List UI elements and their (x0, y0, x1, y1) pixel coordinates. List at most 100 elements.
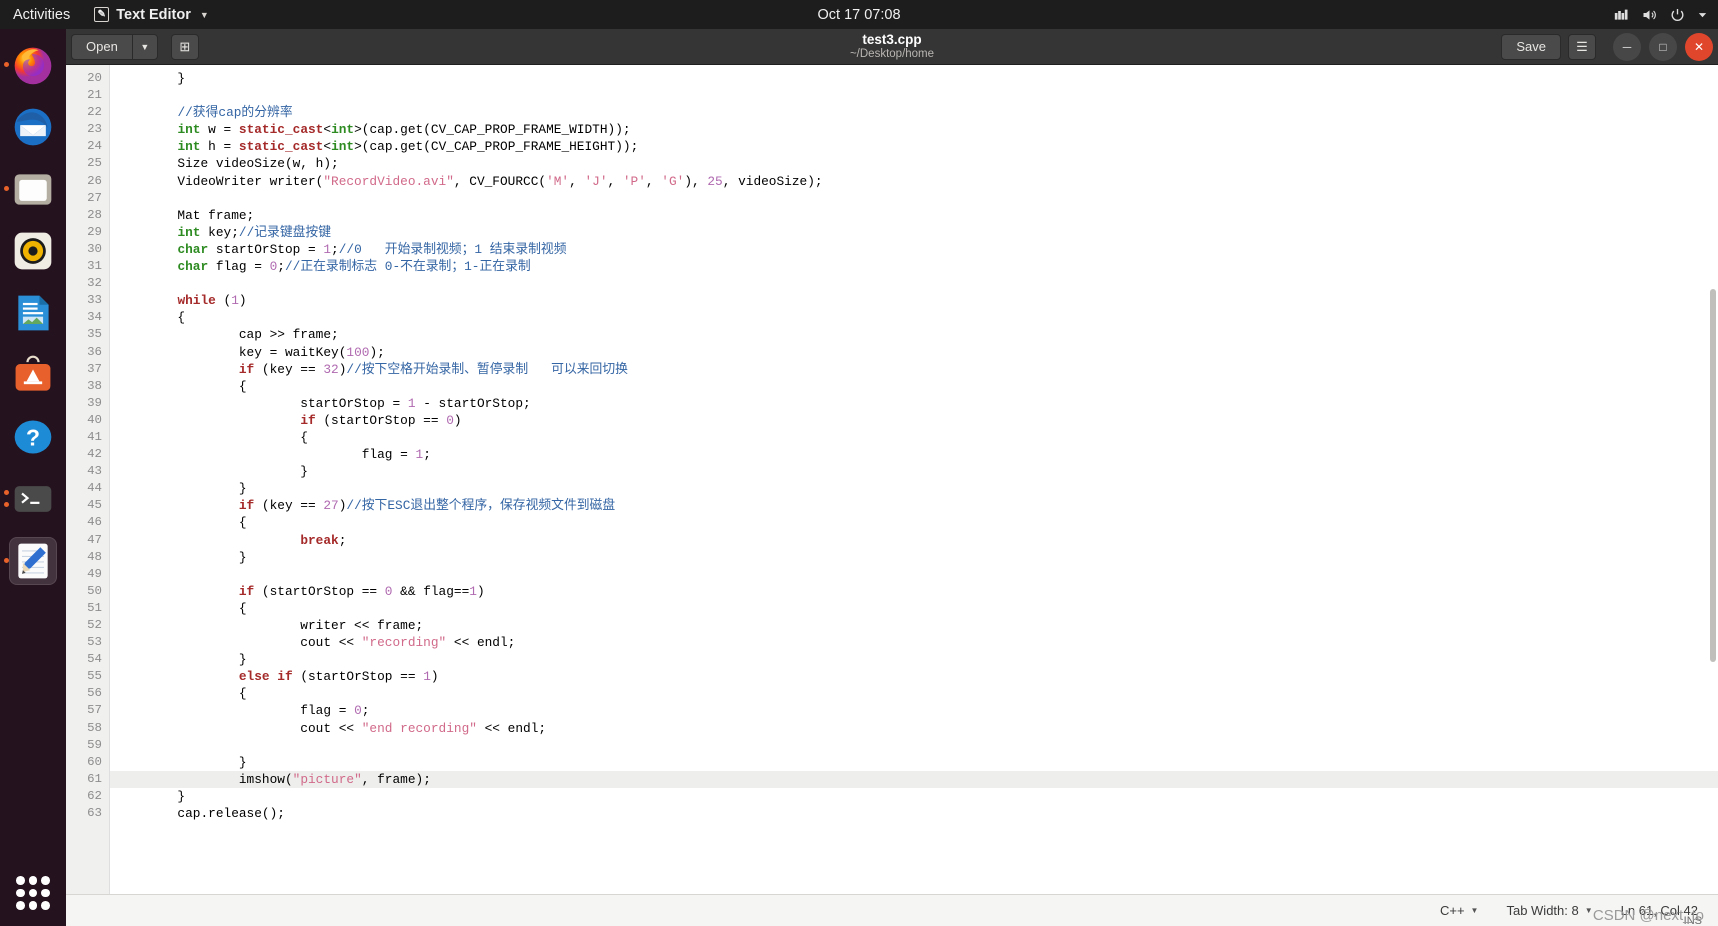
code-line[interactable]: if (key == 27)//按下ESC退出整个程序，保存视频文件到磁盘 (110, 497, 1718, 514)
code-token: ), (684, 173, 708, 189)
code-line[interactable] (110, 737, 1718, 754)
code-line[interactable]: cout << "end recording" << endl; (110, 720, 1718, 737)
code-line[interactable] (110, 190, 1718, 207)
code-line[interactable]: flag = 1; (110, 446, 1718, 463)
code-token: 1 (231, 293, 239, 309)
code-line[interactable] (110, 87, 1718, 104)
code-line[interactable]: { (110, 309, 1718, 326)
running-indicator (4, 490, 9, 495)
dock-item-ubuntu-software[interactable] (9, 351, 57, 399)
line-number: 31 (87, 259, 102, 274)
code-line[interactable]: cap >> frame; (110, 326, 1718, 343)
dock-item-libreoffice-writer[interactable] (9, 289, 57, 337)
code-line[interactable]: cap.release(); (110, 805, 1718, 822)
line-number: 41 (87, 429, 102, 444)
show-applications-button[interactable] (16, 876, 50, 910)
minimize-button[interactable]: ─ (1613, 32, 1641, 61)
scrollbar-thumb[interactable] (1710, 288, 1716, 662)
open-button[interactable]: Open (71, 33, 132, 60)
code-line[interactable]: char flag = 0;//正在录制标志 0-不在录制；1-正在录制 (110, 258, 1718, 275)
open-dropdown-button[interactable]: ▼ (131, 33, 158, 60)
code-token: int (177, 139, 201, 155)
dock-item-thunderbird[interactable] (9, 103, 57, 151)
dock-item-firefox[interactable] (4, 41, 57, 89)
code-token: writer << frame; (116, 618, 424, 633)
rhythmbox-icon (14, 232, 52, 270)
pencil-icon: ✎ (94, 7, 110, 22)
code-line[interactable]: VideoWriter writer("RecordVideo.avi", CV… (110, 173, 1718, 190)
code-line[interactable]: if (key == 32)//按下空格开始录制、暂停录制 可以来回切换 (110, 361, 1718, 378)
code-line[interactable]: Mat frame; (110, 207, 1718, 224)
code-token: "recording" (361, 635, 447, 651)
code-line[interactable]: { (110, 429, 1718, 446)
code-line[interactable]: if (startOrStop == 0) (110, 412, 1718, 429)
code-line[interactable] (110, 275, 1718, 292)
line-number: 59 (87, 737, 102, 752)
line-number: 30 (87, 241, 102, 256)
code-line[interactable]: int w = static_cast<int>(cap.get(CV_CAP_… (110, 121, 1718, 138)
tab-width-selector[interactable]: Tab Width: 8 ▼ (1506, 903, 1592, 918)
code-line[interactable]: imshow("picture", frame); (110, 770, 1718, 788)
dock-item-terminal[interactable] (4, 475, 57, 523)
system-indicators[interactable] (1613, 7, 1708, 23)
code-token: int (331, 139, 355, 155)
code-line[interactable]: } (110, 549, 1718, 566)
line-number: 35 (87, 327, 102, 342)
dock-item-text-editor[interactable] (4, 537, 57, 585)
line-number: 49 (87, 566, 102, 581)
code-token: key = waitKey( (116, 344, 347, 360)
code-line[interactable]: startOrStop = 1 - startOrStop; (110, 395, 1718, 412)
code-line[interactable]: { (110, 685, 1718, 702)
code-token: , (569, 173, 585, 189)
code-line[interactable]: { (110, 378, 1718, 395)
code-token: break (300, 532, 339, 548)
save-button[interactable]: Save (1501, 33, 1561, 60)
dock-item-rhythmbox[interactable] (9, 227, 57, 275)
code-line[interactable]: } (110, 788, 1718, 805)
running-indicator (4, 186, 9, 191)
code-line[interactable]: break; (110, 532, 1718, 549)
code-line[interactable]: else if (startOrStop == 1) (110, 668, 1718, 685)
hamburger-menu-button[interactable]: ☰ (1568, 33, 1596, 60)
code-line[interactable]: Size videoSize(w, h); (110, 155, 1718, 172)
vertical-scrollbar[interactable] (1707, 65, 1718, 894)
code-line[interactable]: flag = 0; (110, 702, 1718, 719)
code-token: << endl; (476, 720, 547, 736)
clock[interactable]: Oct 17 07:08 (0, 7, 1718, 23)
code-line[interactable]: int key;//记录键盘按键 (110, 224, 1718, 241)
code-line[interactable]: key = waitKey(100); (110, 344, 1718, 361)
code-token: if (238, 361, 255, 377)
code-line[interactable]: while (1) (110, 292, 1718, 309)
code-editor[interactable]: 20 21 22 23 24 25 26 27 28 29 30 31 32 33 34 35 36 37 38 39… (66, 65, 1718, 894)
new-document-button[interactable]: ⊞ (170, 33, 199, 60)
code-line[interactable]: int h = static_cast<int>(cap.get(CV_CAP_… (110, 138, 1718, 155)
code-line[interactable]: cout << "recording" << endl; (110, 634, 1718, 651)
line-number: 23 (87, 122, 102, 137)
code-line[interactable]: writer << frame; (110, 617, 1718, 634)
activities-button[interactable]: Activities (0, 7, 84, 23)
code-line[interactable]: } (110, 754, 1718, 771)
code-line[interactable]: if (startOrStop == 0 && flag==1) (110, 583, 1718, 600)
gnome-top-bar: Activities ✎ Text Editor ▼ Oct 17 07:08 (0, 0, 1718, 29)
code-line[interactable]: } (110, 70, 1718, 87)
code-token: int (177, 224, 201, 240)
code-content[interactable]: } //获得cap的分辨率 int w = static_cast<int>(c… (110, 65, 1718, 894)
line-number: 40 (87, 412, 102, 427)
code-line[interactable]: //获得cap的分辨率 (110, 104, 1718, 121)
app-menu-button[interactable]: ✎ Text Editor ▼ (84, 7, 219, 23)
dock: ? (0, 29, 66, 926)
maximize-button[interactable]: □ (1649, 32, 1677, 61)
code-line[interactable]: { (110, 600, 1718, 617)
dock-item-files[interactable] (4, 165, 57, 213)
code-line[interactable]: char startOrStop = 1;//0 开始录制视频；1 结束录制视频 (110, 241, 1718, 258)
code-line[interactable]: } (110, 480, 1718, 497)
language-selector[interactable]: C++ ▼ (1440, 903, 1479, 918)
code-line[interactable] (110, 566, 1718, 583)
dock-item-help[interactable]: ? (9, 413, 57, 461)
code-line[interactable]: { (110, 514, 1718, 531)
code-line[interactable]: } (110, 651, 1718, 668)
close-button[interactable]: ✕ (1685, 32, 1713, 61)
code-line[interactable]: } (110, 463, 1718, 480)
